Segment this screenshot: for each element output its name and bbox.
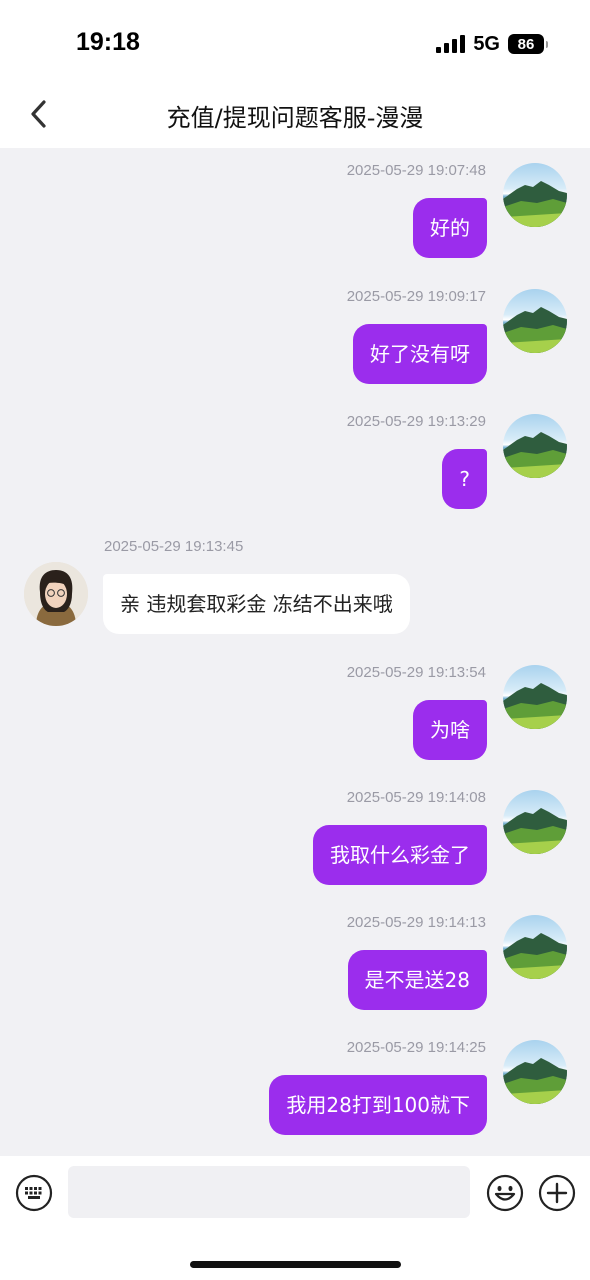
user-avatar[interactable] — [503, 915, 567, 979]
message-timestamp: 2025-05-29 19:13:45 — [104, 538, 244, 555]
message-row: 2025-05-29 19:14:08 我取什么彩金了 — [0, 775, 590, 895]
message-timestamp: 2025-05-29 19:09:17 — [346, 288, 486, 305]
outgoing-message-bubble[interactable]: 是不是送28 — [347, 950, 487, 1010]
message-timestamp: 2025-05-29 19:13:29 — [346, 413, 486, 430]
signal-icon — [436, 35, 466, 53]
chat-header: 充值/提现问题客服-漫漫 — [0, 82, 590, 148]
plus-icon — [538, 1174, 576, 1212]
outgoing-message-bubble[interactable]: 我用28打到100就下 — [269, 1075, 487, 1135]
message-timestamp: 2025-05-29 19:14:08 — [346, 789, 486, 806]
emoji-icon — [486, 1174, 524, 1212]
home-indicator[interactable] — [190, 1261, 401, 1268]
status-indicators: 5G 86 — [436, 32, 548, 55]
message-timestamp: 2025-05-29 19:07:48 — [346, 162, 486, 179]
user-avatar[interactable] — [503, 163, 567, 227]
user-avatar[interactable] — [503, 665, 567, 729]
message-timestamp: 2025-05-29 19:14:13 — [346, 914, 486, 931]
outgoing-message-bubble[interactable]: 我取什么彩金了 — [313, 825, 487, 885]
agent-avatar[interactable] — [24, 562, 88, 626]
add-button[interactable] — [538, 1174, 576, 1212]
page-title: 充值/提现问题客服-漫漫 — [166, 104, 424, 132]
status-bar: 19:18 5G 86 — [0, 0, 590, 82]
outgoing-message-bubble[interactable]: 好的 — [413, 198, 487, 258]
message-input[interactable] — [68, 1166, 470, 1218]
user-avatar[interactable] — [503, 790, 567, 854]
message-row: 2025-05-29 19:14:25 我用28打到100就下 — [0, 1025, 590, 1145]
keyboard-icon — [15, 1174, 53, 1212]
incoming-message-bubble[interactable]: 亲 违规套取彩金 冻结不出来哦 — [103, 574, 410, 634]
message-row: 2025-05-29 19:07:48 好的 — [0, 148, 590, 268]
emoji-button[interactable] — [486, 1174, 524, 1212]
chevron-left-icon — [31, 100, 46, 128]
status-time: 19:18 — [76, 28, 140, 56]
user-avatar[interactable] — [503, 289, 567, 353]
user-avatar[interactable] — [503, 414, 567, 478]
message-row: 2025-05-29 19:13:54 为啥 — [0, 650, 590, 770]
message-row: 2025-05-29 19:09:17 好了没有呀 — [0, 274, 590, 394]
outgoing-message-bubble[interactable]: 为啥 — [413, 700, 487, 760]
outgoing-message-bubble[interactable]: 好了没有呀 — [353, 324, 487, 384]
message-row: 2025-05-29 19:13:29? — [0, 399, 590, 519]
battery-icon: 86 — [508, 34, 548, 54]
message-row: 2025-05-29 19:14:13 是不是送28 — [0, 900, 590, 1020]
outgoing-message-bubble[interactable]: ? — [442, 449, 487, 509]
message-timestamp: 2025-05-29 19:14:25 — [346, 1039, 486, 1056]
message-row: 2025-05-29 19:13:45 亲 违规套取彩金 冻结不出来哦 — [0, 524, 590, 644]
back-button[interactable] — [22, 96, 56, 132]
input-bar — [0, 1156, 590, 1280]
message-timestamp: 2025-05-29 19:13:54 — [346, 664, 486, 681]
user-avatar[interactable] — [503, 1040, 567, 1104]
message-list[interactable]: 2025-05-29 19:07:48 好的 2025-05-29 19:09:17… — [0, 148, 590, 1156]
network-type: 5G — [473, 32, 500, 55]
keyboard-button[interactable] — [15, 1174, 53, 1212]
